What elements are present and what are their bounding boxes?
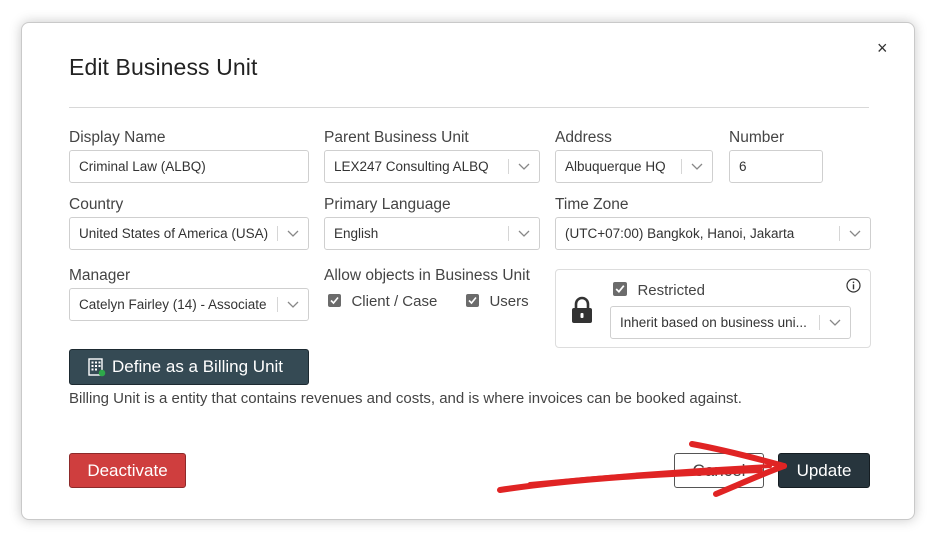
parent-business-unit-label: Parent Business Unit bbox=[324, 129, 469, 146]
address-label: Address bbox=[555, 129, 612, 146]
chevron-down-icon bbox=[829, 319, 841, 326]
client-case-label: Client / Case bbox=[351, 293, 438, 310]
time-zone-value: (UTC+07:00) Bangkok, Hanoi, Jakarta bbox=[565, 226, 795, 241]
address-value: Albuquerque HQ bbox=[565, 159, 666, 174]
chevron-down-icon bbox=[691, 163, 703, 170]
restricted-option[interactable]: Restricted bbox=[613, 282, 705, 300]
title-divider bbox=[69, 107, 869, 108]
allow-objects-label: Allow objects in Business Unit bbox=[324, 267, 530, 284]
users-checkbox[interactable] bbox=[466, 294, 479, 307]
time-zone-select[interactable]: (UTC+07:00) Bangkok, Hanoi, Jakarta bbox=[555, 217, 871, 250]
lock-icon bbox=[572, 296, 592, 323]
primary-language-label: Primary Language bbox=[324, 196, 451, 213]
cancel-button[interactable]: Cancel bbox=[674, 453, 764, 488]
country-select[interactable]: United States of America (USA) bbox=[69, 217, 309, 250]
select-separator bbox=[508, 226, 509, 241]
number-input[interactable]: 6 bbox=[729, 150, 823, 183]
parent-business-unit-select[interactable]: LEX247 Consulting ALBQ bbox=[324, 150, 540, 183]
country-label: Country bbox=[69, 196, 124, 213]
chevron-down-icon bbox=[849, 230, 861, 237]
display-name-label: Display Name bbox=[69, 129, 166, 146]
edit-business-unit-dialog: Edit Business Unit × Display Name Crimin… bbox=[21, 22, 915, 520]
deactivate-button[interactable]: Deactivate bbox=[69, 453, 186, 488]
select-separator bbox=[508, 159, 509, 174]
restricted-label: Restricted bbox=[637, 282, 705, 299]
info-icon[interactable] bbox=[846, 278, 861, 293]
select-separator bbox=[277, 297, 278, 312]
primary-language-value: English bbox=[334, 226, 379, 241]
close-icon[interactable]: × bbox=[877, 38, 888, 58]
primary-language-select[interactable]: English bbox=[324, 217, 540, 250]
restricted-checkbox[interactable] bbox=[613, 282, 627, 296]
billing-description: Billing Unit is a entity that contains r… bbox=[69, 390, 742, 407]
number-value: 6 bbox=[739, 159, 747, 174]
select-separator bbox=[819, 315, 820, 330]
users-option[interactable]: Users bbox=[466, 293, 529, 311]
define-billing-unit-button[interactable]: Define as a Billing Unit bbox=[69, 349, 309, 385]
select-separator bbox=[277, 226, 278, 241]
select-separator bbox=[839, 226, 840, 241]
restricted-panel: Restricted Inherit based on business uni… bbox=[555, 269, 871, 348]
country-value: United States of America (USA) bbox=[79, 226, 269, 241]
address-select[interactable]: Albuquerque HQ bbox=[555, 150, 713, 183]
client-case-checkbox[interactable] bbox=[328, 294, 341, 307]
select-separator bbox=[681, 159, 682, 174]
time-zone-label: Time Zone bbox=[555, 196, 629, 213]
define-billing-unit-label: Define as a Billing Unit bbox=[112, 357, 284, 376]
chevron-down-icon bbox=[287, 230, 299, 237]
display-name-value: Criminal Law (ALBQ) bbox=[79, 159, 206, 174]
users-label: Users bbox=[489, 293, 529, 310]
update-button[interactable]: Update bbox=[778, 453, 870, 488]
chevron-down-icon bbox=[518, 163, 530, 170]
dialog-title: Edit Business Unit bbox=[69, 54, 258, 80]
manager-label: Manager bbox=[69, 267, 131, 284]
parent-business-unit-value: LEX247 Consulting ALBQ bbox=[334, 159, 489, 174]
inherit-restriction-select[interactable]: Inherit based on business uni... bbox=[610, 306, 851, 339]
number-label: Number bbox=[729, 129, 785, 146]
client-case-option[interactable]: Client / Case bbox=[328, 293, 437, 311]
billing-building-icon bbox=[88, 358, 106, 377]
chevron-down-icon bbox=[287, 301, 299, 308]
manager-select[interactable]: Catelyn Fairley (14) - Associate bbox=[69, 288, 309, 321]
manager-value: Catelyn Fairley (14) - Associate bbox=[79, 297, 267, 312]
inherit-restriction-value: Inherit based on business uni... bbox=[620, 315, 807, 330]
display-name-input[interactable]: Criminal Law (ALBQ) bbox=[69, 150, 309, 183]
chevron-down-icon bbox=[518, 230, 530, 237]
